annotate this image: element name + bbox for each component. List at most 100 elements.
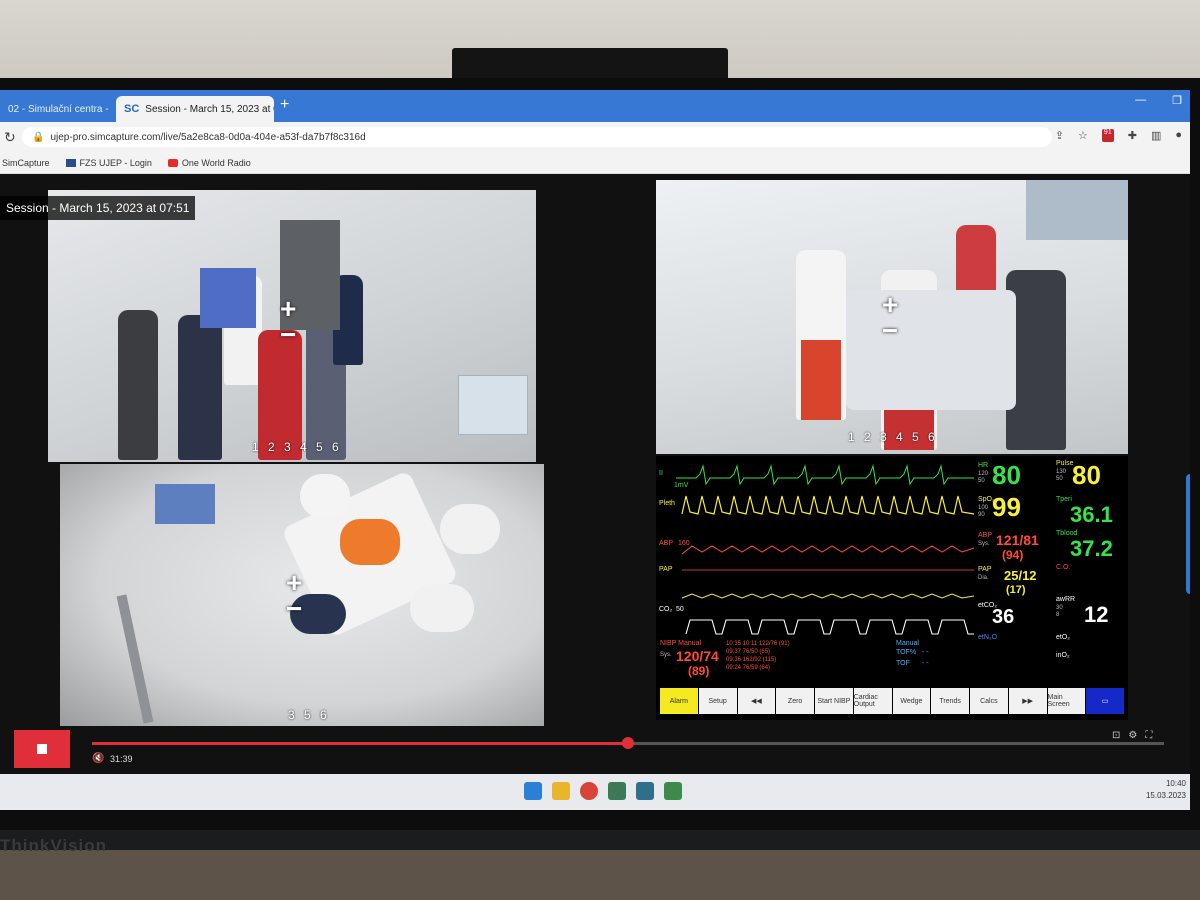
ino2-label: inO₂ — [1056, 652, 1070, 659]
side-panel-chevron-right-icon[interactable]: › — [1186, 474, 1190, 594]
bookmark-label: FZS UJEP - Login — [79, 157, 152, 168]
softkey-start-nibp[interactable]: Start NIBP — [815, 688, 853, 714]
spo2-lower-limit: 90 — [978, 512, 985, 518]
app-icon-3[interactable] — [664, 782, 682, 800]
softkey-forward[interactable]: ▶▶ — [1008, 688, 1047, 714]
session-title: Session - March 15, 2023 at 07:51 — [0, 196, 196, 220]
nibp-history-row: 09:36 162/92 (115) — [726, 657, 777, 663]
hr-upper-limit: 120 — [978, 471, 989, 477]
elapsed-time: 31:39 — [110, 754, 133, 764]
softkey-zero[interactable]: Zero — [776, 688, 814, 714]
patient-bed — [846, 290, 1016, 410]
hr-label: HR — [978, 462, 989, 469]
softkey-back[interactable]: ◀◀ — [737, 688, 776, 714]
minimize-icon[interactable]: — — [1135, 94, 1146, 107]
fzs-logo-icon — [65, 158, 76, 167]
chrome-icon[interactable] — [580, 782, 598, 800]
awrr-upper-limit: 30 — [1056, 605, 1063, 611]
camera-view-1[interactable]: + − 1 2 3 4 5 6 — [48, 190, 536, 462]
fullscreen-icon[interactable]: ⛶ — [1145, 730, 1152, 741]
abp-value: 121/81 — [996, 532, 1039, 548]
zoom-controls[interactable]: + − — [280, 295, 296, 349]
taskbar-clock[interactable]: 10:40 15.03.2023 — [1146, 778, 1186, 802]
window-controls: — ❐ — [1135, 94, 1182, 107]
abp-waveform — [681, 545, 975, 555]
cart — [155, 484, 215, 524]
reload-icon[interactable]: ↻ — [4, 129, 16, 146]
bookmark-star-icon[interactable]: ☆ — [1078, 129, 1088, 142]
sidepanel-icon[interactable]: ▥ — [1151, 129, 1161, 142]
person-figure — [440, 504, 500, 554]
tof-mode-label: Manual — [896, 640, 919, 647]
softkey-alarm[interactable]: Alarm — [660, 688, 698, 714]
ecg-scale-label: 1mV — [674, 482, 689, 489]
abp-sys-label: Sys. — [978, 541, 990, 547]
address-bar[interactable]: 🔒 ujep-pro.simcapture.com/live/5a2e8ca8-… — [22, 127, 1052, 147]
profile-avatar-icon[interactable]: ● — [1175, 129, 1182, 142]
app-icon-2[interactable] — [636, 782, 654, 800]
extensions-puzzle-icon[interactable]: ✚ — [1128, 129, 1137, 142]
zoom-controls[interactable]: + − — [286, 569, 302, 623]
tab-session[interactable]: SC Session - March 15, 2023 at 07:5 ✕ — [116, 96, 274, 122]
new-tab-plus-icon[interactable]: + — [280, 96, 289, 114]
stop-recording-button[interactable] — [14, 730, 70, 768]
maximize-icon[interactable]: ❐ — [1172, 94, 1182, 107]
zoom-controls[interactable]: + − — [882, 291, 898, 345]
file-explorer-icon[interactable] — [552, 782, 570, 800]
nibp-history: 10:35 10:11 122/76 (91) 09:37 76/50 (65)… — [726, 640, 790, 672]
camera-preset-numbers[interactable]: 1 2 3 4 5 6 — [252, 440, 342, 454]
lock-icon: 🔒 — [32, 131, 45, 143]
nibp-history-row: 10:35 10:11 122/76 (91) — [726, 641, 790, 647]
nibp-mean: (89) — [688, 664, 710, 678]
bookmark-fzs-ujep[interactable]: FZS UJEP - Login — [65, 157, 152, 168]
progress-scrubber-handle[interactable] — [622, 737, 634, 749]
softkey-cardiac-output[interactable]: Cardiac Output — [853, 688, 892, 714]
playback-progress-bar[interactable] — [92, 737, 1164, 749]
monitor-softkeys: Alarm Setup ◀◀ Zero Start NIBP Cardiac O… — [660, 688, 1124, 714]
pap-mean: (17) — [1006, 584, 1026, 596]
browser-tab-strip: 02 - Simulační centra - FZS ✕ SC Session… — [0, 90, 1190, 122]
camera-view-3[interactable]: + − 3 5 6 — [60, 464, 544, 726]
softkey-wedge[interactable]: Wedge — [892, 688, 931, 714]
share-icon[interactable]: ⇪ — [1055, 129, 1064, 142]
patient-monitor: II 1mV Pleth ABP 160 PAP CO₂ 50 HR 120 5… — [656, 456, 1128, 720]
camera-preset-numbers[interactable]: 1 2 3 4 5 6 — [848, 430, 938, 444]
wall-cabinet — [1026, 180, 1128, 240]
spo2-upper-limit: 100 — [978, 505, 989, 511]
person-figure — [118, 310, 158, 460]
nibp-value: 120/74 — [676, 648, 719, 664]
extension-badge[interactable]: 91 — [1101, 129, 1114, 142]
person-figure — [178, 315, 222, 460]
session-page: Session - March 15, 2023 at 07:51 + − 1 2… — [0, 174, 1190, 774]
pleth-waveform — [681, 495, 975, 515]
tof-label: TOF — [896, 660, 910, 667]
camera-preset-numbers[interactable]: 3 5 6 — [288, 708, 330, 722]
patient-manikin — [340, 519, 400, 565]
softkey-calcs[interactable]: Calcs — [970, 688, 1008, 714]
ecg-lead-label: II — [659, 470, 663, 477]
tperi-value: 36.1 — [1070, 502, 1113, 527]
softkey-trends[interactable]: Trends — [931, 688, 969, 714]
app-icon-1[interactable] — [608, 782, 626, 800]
screenshot-icon[interactable]: ⊡ — [1112, 730, 1120, 741]
softkey-main-screen[interactable]: Main Screen — [1047, 688, 1086, 714]
pap-label: PAP — [978, 566, 992, 573]
awrr-label: awRR — [1056, 596, 1076, 603]
windows-taskbar: 10:40 15.03.2023 — [0, 774, 1190, 810]
tab-simulacni-centra[interactable]: 02 - Simulační centra - FZS ✕ — [0, 96, 112, 122]
clock-date: 15.03.2023 — [1145, 791, 1186, 800]
softkey-menu[interactable]: ▭ — [1086, 688, 1124, 714]
bookmark-one-world-radio[interactable]: One World Radio — [167, 158, 251, 168]
abp-label: ABP — [978, 532, 993, 539]
softkey-setup[interactable]: Setup — [698, 688, 737, 714]
bookmark-simcapture[interactable]: SimCapture — [2, 158, 50, 168]
windows-start-icon[interactable] — [524, 782, 542, 800]
red-trousers — [801, 340, 841, 420]
settings-gear-icon[interactable]: ⚙ — [1128, 730, 1137, 741]
browser-toolbar: ↻ 🔒 ujep-pro.simcapture.com/live/5a2e8ca… — [0, 122, 1190, 152]
abp-mean: (94) — [1002, 548, 1024, 562]
nibp-history-row: 09:37 76/50 (65) — [726, 649, 771, 655]
camera-view-2[interactable]: + − 1 2 3 4 5 6 — [656, 180, 1128, 454]
person-figure — [300, 474, 350, 518]
mute-icon[interactable]: 🔇 — [92, 753, 104, 764]
